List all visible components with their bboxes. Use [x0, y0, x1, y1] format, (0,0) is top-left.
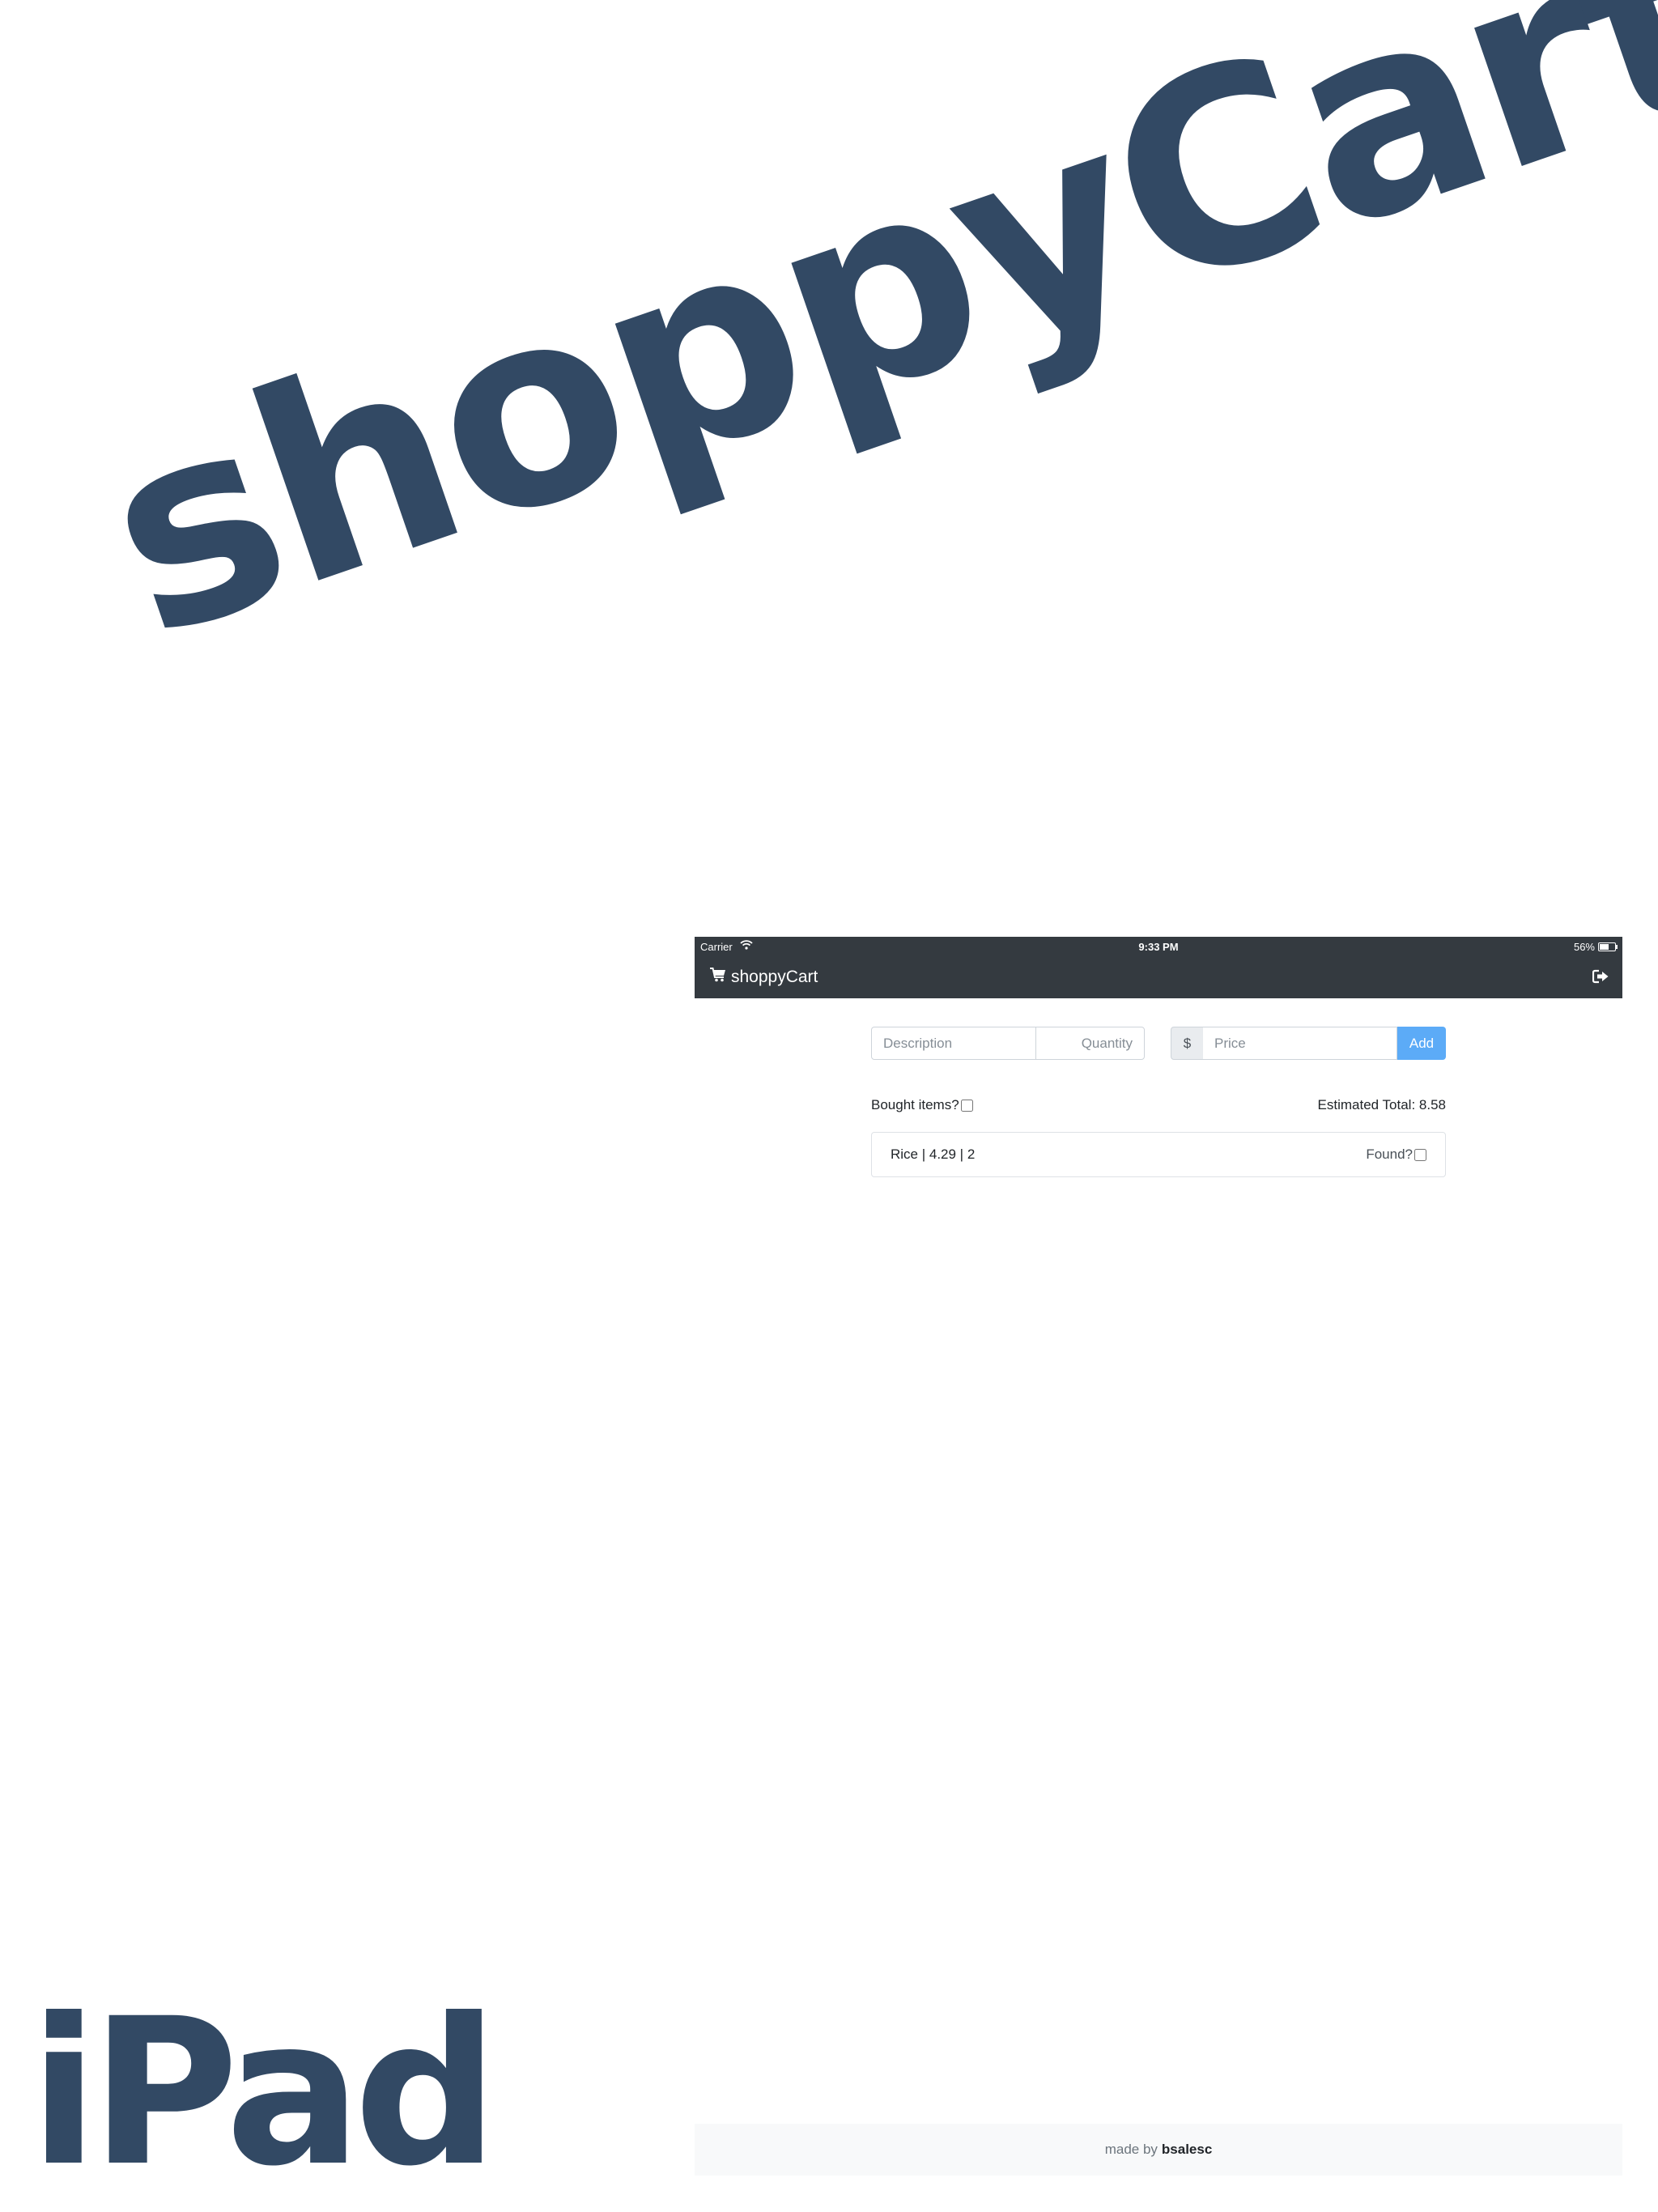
footer: made by bsalesc	[695, 2124, 1622, 2176]
quantity-input[interactable]	[1035, 1027, 1145, 1060]
item-details: Rice | 4.29 | 2	[891, 1146, 976, 1162]
footer-prefix: made by	[1104, 2142, 1158, 2157]
bought-items-label: Bought items?	[871, 1097, 959, 1112]
battery-percent: 56%	[1573, 941, 1595, 953]
price-input[interactable]	[1203, 1027, 1397, 1060]
bought-items-filter[interactable]: Bought items?	[871, 1097, 973, 1113]
estimated-total: Estimated Total: 8.58	[1317, 1097, 1446, 1112]
cart-summary: Bought items? Estimated Total: 8.58	[871, 1097, 1446, 1117]
ipad-screen: Carrier 9:33 PM 56% shoppyCart $ Add Bou…	[695, 937, 1622, 2176]
found-toggle[interactable]: Found?	[1366, 1146, 1426, 1163]
add-button[interactable]: Add	[1397, 1027, 1446, 1060]
list-item: Rice | 4.29 | 2 Found?	[871, 1132, 1446, 1177]
add-item-form: $ Add	[871, 1027, 1446, 1060]
brand-name: shoppyCart	[731, 968, 818, 986]
sign-out-icon[interactable]	[1592, 969, 1609, 988]
bought-items-checkbox[interactable]	[960, 1099, 973, 1112]
status-bar: Carrier 9:33 PM 56%	[695, 937, 1622, 957]
description-input[interactable]	[871, 1027, 1036, 1060]
shopping-cart-icon	[710, 968, 726, 987]
brand-link[interactable]: shoppyCart	[710, 968, 818, 987]
found-label: Found?	[1366, 1146, 1413, 1162]
status-time: 9:33 PM	[1138, 941, 1179, 953]
currency-addon: $	[1171, 1027, 1204, 1060]
navbar: shoppyCart	[695, 957, 1622, 998]
device-label: iPad	[29, 1975, 499, 2210]
battery-icon	[1598, 942, 1618, 951]
hero-title: shoppyCart	[70, 0, 1658, 698]
battery-status: 56%	[1573, 941, 1618, 953]
footer-author-link[interactable]: bsalesc	[1162, 2142, 1212, 2158]
found-checkbox[interactable]	[1414, 1148, 1426, 1161]
